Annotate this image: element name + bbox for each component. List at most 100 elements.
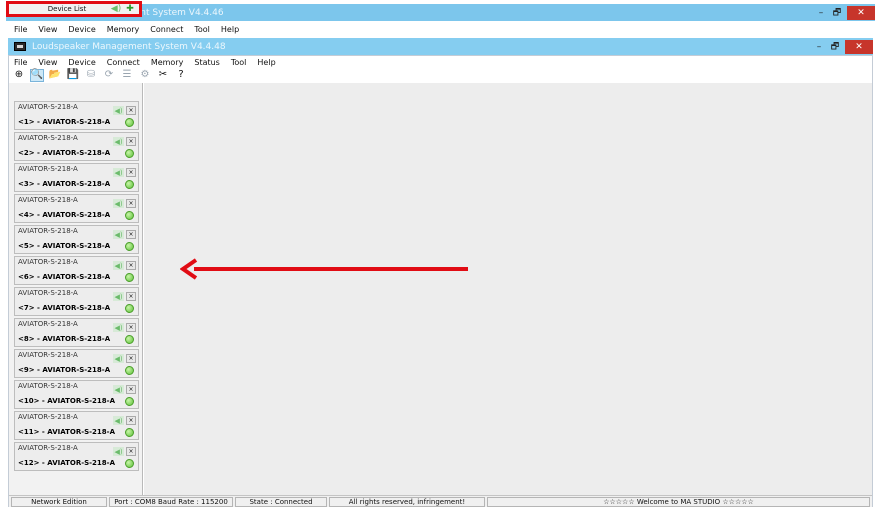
speaker-icon[interactable]: ◀) [113,261,124,270]
device-list-item[interactable]: AVIATOR-S-218-A <10> - AVIATOR-S-218-A ◀) × [14,380,139,409]
device-name: <8> - AVIATOR-S-218-A [18,335,111,343]
device-list-item[interactable]: AVIATOR-S-218-A <9> - AVIATOR-S-218-A ◀) × [14,349,139,378]
status-edition: Network Edition [11,496,107,507]
inner-title-bar[interactable]: Loudspeaker Management System V4.4.48 – … [8,38,873,55]
device-name: <7> - AVIATOR-S-218-A [18,304,111,312]
close-button[interactable]: ✕ [847,5,875,20]
toolbar: ⊕ 🔍 📂 💾 ⛁ ⟳ ☰ ⚙ ✂? [12,67,192,83]
outer-menu-file[interactable]: File [14,25,27,34]
inner-menu-view[interactable]: View [38,58,57,67]
device-name: <11> - AVIATOR-S-218-A [18,428,115,436]
remove-device-icon[interactable]: × [126,323,136,332]
device-list-item[interactable]: AVIATOR-S-218-A <11> - AVIATOR-S-218-A ◀) × [14,411,139,440]
speaker-icon[interactable]: ◀) [113,385,124,394]
device-name: <12> - AVIATOR-S-218-A [18,459,115,467]
speaker-icon[interactable]: ◀) [113,416,124,425]
device-list-item[interactable]: AVIATOR-S-218-A <4> - AVIATOR-S-218-A ◀) × [14,194,139,223]
speaker-icon[interactable]: ◀) [113,354,124,363]
status-indicator-icon [125,366,134,375]
remove-device-icon[interactable]: × [126,292,136,301]
inner-menu-file[interactable]: File [14,58,27,67]
device-list-item[interactable]: AVIATOR-S-218-A <3> - AVIATOR-S-218-A ◀) × [14,163,139,192]
minimize-button[interactable]: – [811,40,827,54]
device-list-item[interactable]: AVIATOR-S-218-A <12> - AVIATOR-S-218-A ◀) × [14,442,139,471]
annotation-arrow-icon [180,258,468,280]
outer-menu-help[interactable]: Help [221,25,239,34]
app-icon [14,42,26,51]
restore-button[interactable]: 🗗 [829,6,845,20]
refresh-icon[interactable]: ⟳ [102,69,116,82]
device-list-item[interactable]: AVIATOR-S-218-A <6> - AVIATOR-S-218-A ◀) × [14,256,139,285]
inner-window-controls: – 🗗 ✕ [811,38,873,55]
remove-device-icon[interactable]: × [126,354,136,363]
outer-menu-memory[interactable]: Memory [107,25,140,34]
outer-menu-device[interactable]: Device [68,25,95,34]
close-button[interactable]: ✕ [845,39,873,54]
device-name: <3> - AVIATOR-S-218-A [18,180,111,188]
device-list-title: Device List [47,5,87,13]
speaker-icon[interactable]: ◀) [113,292,124,301]
inner-menu-memory[interactable]: Memory [151,58,184,67]
inner-menu-tool[interactable]: Tool [231,58,247,67]
add-device-icon[interactable]: ⊕ [12,69,26,82]
device-model: AVIATOR-S-218-A [18,227,78,235]
remove-device-icon[interactable]: × [126,137,136,146]
minimize-button[interactable]: – [813,6,829,20]
speaker-icon[interactable]: ◀) [113,230,124,239]
speaker-icon[interactable]: ◀) [111,4,121,14]
device-model: AVIATOR-S-218-A [18,320,78,328]
status-indicator-icon [125,335,134,344]
remove-device-icon[interactable]: × [126,385,136,394]
remove-device-icon[interactable]: × [126,261,136,270]
device-name: <5> - AVIATOR-S-218-A [18,242,111,250]
search-icon[interactable]: 🔍 [30,68,44,82]
device-model: AVIATOR-S-218-A [18,258,78,266]
device-model: AVIATOR-S-218-A [18,444,78,452]
status-indicator-icon [125,397,134,406]
remove-device-icon[interactable]: × [126,199,136,208]
open-folder-icon[interactable]: 📂 [48,69,62,82]
status-bar: Network Edition Port : COM8 Baud Rate : … [9,495,872,507]
database-icon[interactable]: ⛁ [84,69,98,82]
restore-button[interactable]: 🗗 [827,40,843,54]
tools-icon[interactable]: ✂ [156,69,170,82]
speaker-icon[interactable]: ◀) [113,106,124,115]
speaker-icon[interactable]: ◀) [113,323,124,332]
save-icon[interactable]: 💾 [66,69,80,82]
device-list-panel: AVIATOR-S-218-A <1> - AVIATOR-S-218-A ◀) × A… [9,83,143,495]
outer-menu-connect[interactable]: Connect [150,25,183,34]
status-rights: All rights reserved, infringement! [329,496,485,507]
speaker-icon[interactable]: ◀) [113,137,124,146]
outer-menu-view[interactable]: View [38,25,57,34]
inner-menu-device[interactable]: Device [68,58,95,67]
speaker-icon[interactable]: ◀) [113,447,124,456]
settings-icon[interactable]: ⚙ [138,69,152,82]
status-indicator-icon [125,180,134,189]
device-list-item[interactable]: AVIATOR-S-218-A <2> - AVIATOR-S-218-A ◀) × [14,132,139,161]
add-device-icon[interactable]: ✚ [125,4,135,14]
device-list-item[interactable]: AVIATOR-S-218-A <7> - AVIATOR-S-218-A ◀) × [14,287,139,316]
speaker-icon[interactable]: ◀) [113,168,124,177]
device-list-item[interactable]: AVIATOR-S-218-A <8> - AVIATOR-S-218-A ◀) × [14,318,139,347]
inner-menu-help[interactable]: Help [257,58,275,67]
help-icon[interactable]: ? [174,69,188,82]
remove-device-icon[interactable]: × [126,106,136,115]
device-model: AVIATOR-S-218-A [18,413,78,421]
remove-device-icon[interactable]: × [126,230,136,239]
inner-menu-status[interactable]: Status [194,58,220,67]
device-name: <9> - AVIATOR-S-218-A [18,366,111,374]
device-model: AVIATOR-S-218-A [18,103,78,111]
outer-menu-tool[interactable]: Tool [194,25,210,34]
speaker-icon[interactable]: ◀) [113,199,124,208]
remove-device-icon[interactable]: × [126,447,136,456]
device-name: <1> - AVIATOR-S-218-A [18,118,111,126]
inner-menu-connect[interactable]: Connect [107,58,140,67]
list-icon[interactable]: ☰ [120,69,134,82]
device-model: AVIATOR-S-218-A [18,165,78,173]
status-indicator-icon [125,459,134,468]
device-list-item[interactable]: AVIATOR-S-218-A <1> - AVIATOR-S-218-A ◀) × [14,101,139,130]
remove-device-icon[interactable]: × [126,416,136,425]
device-list-item[interactable]: AVIATOR-S-218-A <5> - AVIATOR-S-218-A ◀) × [14,225,139,254]
remove-device-icon[interactable]: × [126,168,136,177]
device-model: AVIATOR-S-218-A [18,289,78,297]
